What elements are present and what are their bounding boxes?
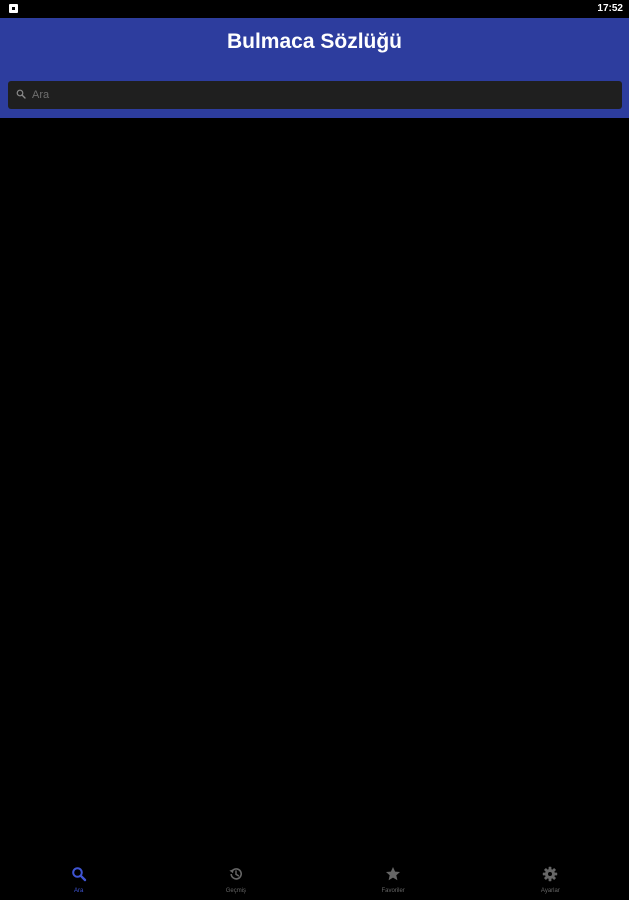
app-bar: Bulmaca Sözlüğü	[0, 18, 629, 118]
nav-item-search[interactable]: Ara	[0, 858, 157, 900]
search-icon	[71, 867, 86, 882]
bottom-navigation: Ara Geçmiş Favoriler Ayarlar	[0, 858, 629, 900]
nav-label-search: Ara	[73, 888, 84, 894]
search-icon	[16, 89, 26, 99]
history-icon	[229, 868, 242, 880]
status-bar: 17:52	[0, 0, 629, 18]
app-title: Bulmaca Sözlüğü	[226, 30, 403, 53]
nav-label-favorites: Favoriler	[381, 888, 405, 894]
app-screen: 17:52 Bulmaca Sözlüğü Ara Ara Geçmiş Fav…	[0, 0, 629, 900]
nav-item-history[interactable]: Geçmiş	[157, 858, 314, 900]
nav-label-settings: Ayarlar	[540, 888, 560, 894]
status-time: 17:52	[597, 3, 623, 14]
nav-label-history: Geçmiş	[225, 888, 247, 894]
notification-icon	[9, 4, 18, 13]
nav-item-settings[interactable]: Ayarlar	[472, 858, 629, 900]
results-area	[0, 118, 629, 858]
gear-icon	[543, 866, 558, 882]
star-icon	[386, 867, 401, 881]
search-input[interactable]	[32, 81, 612, 109]
nav-item-favorites[interactable]: Favoriler	[315, 858, 472, 900]
search-box[interactable]	[8, 81, 622, 109]
